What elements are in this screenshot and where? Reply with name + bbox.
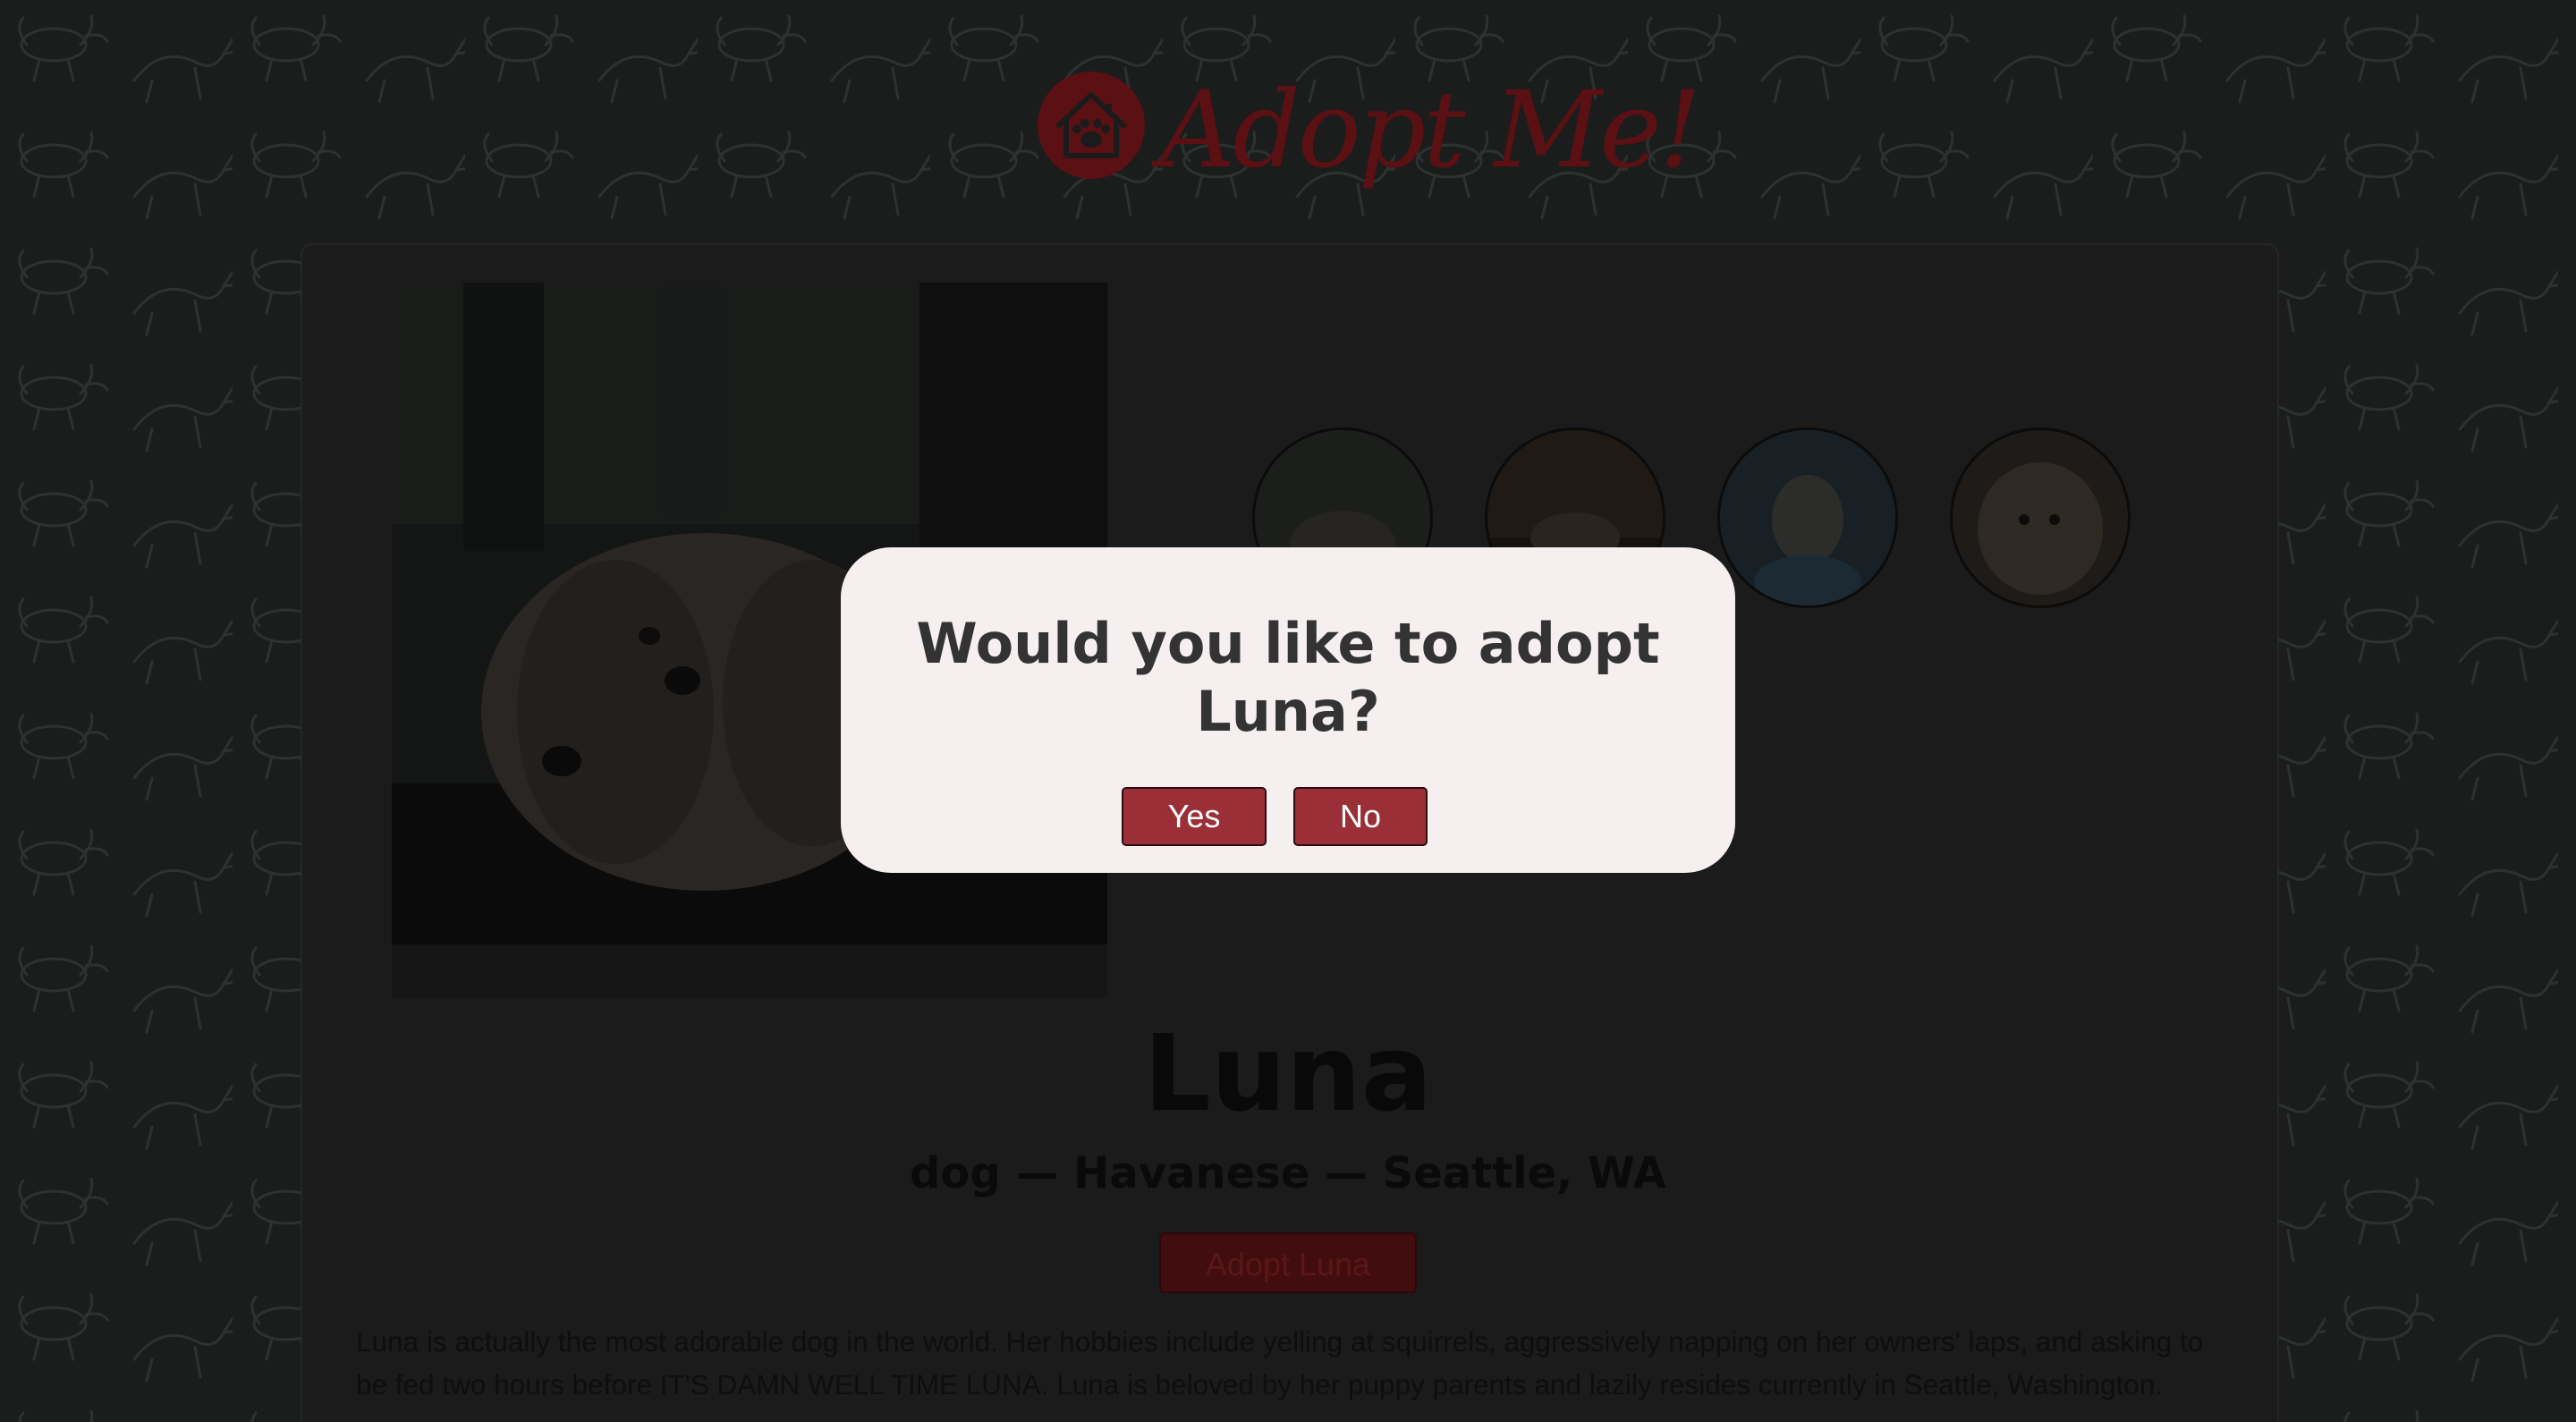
- thumbnail-3-photo: [1720, 430, 1895, 605]
- modal-title-line-2: Luna?: [1196, 679, 1380, 744]
- modal-button-row: Yes No: [841, 787, 1735, 848]
- modal-title-line-1: Would you like to adopt: [916, 611, 1660, 676]
- adopt-confirmation-modal: Would you like to adopt Luna? Yes No: [841, 547, 1735, 873]
- site-header: Adopt Me!: [1029, 63, 1701, 215]
- pet-name-heading: Luna: [1143, 1011, 1433, 1135]
- logo-text[interactable]: Adopt Me!: [1159, 63, 1701, 197]
- modal-title: Would you like to adopt Luna?: [841, 610, 1735, 746]
- house-paw-icon[interactable]: [1036, 70, 1147, 181]
- thumbnail-3[interactable]: [1717, 427, 1898, 608]
- yes-button[interactable]: Yes: [1122, 787, 1267, 846]
- no-button[interactable]: No: [1293, 787, 1428, 846]
- thumbnail-4[interactable]: [1950, 427, 2131, 608]
- adopt-pet-button[interactable]: Adopt Luna: [1159, 1232, 1417, 1293]
- thumbnail-4-photo: [1953, 430, 2128, 605]
- pet-description: Luna is actually the most adorable dog i…: [356, 1325, 2204, 1401]
- pet-meta-subheading: dog — Havanese — Seattle, WA: [910, 1148, 1666, 1198]
